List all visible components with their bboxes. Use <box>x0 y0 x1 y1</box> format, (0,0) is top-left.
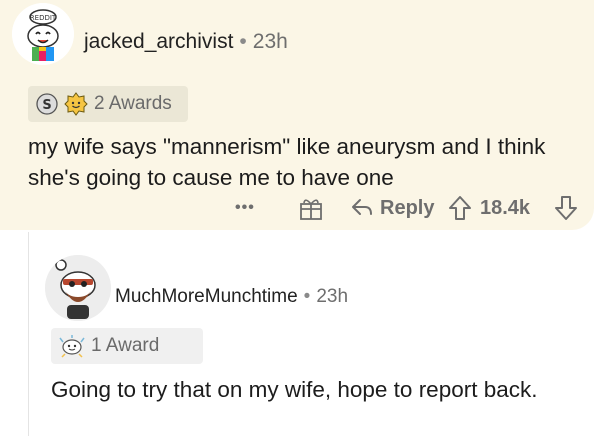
comment-reply: MuchMoreMunchtime • 23h 1 Award Going to t… <box>28 232 599 436</box>
separator-dot: • <box>239 30 247 53</box>
downvote-arrow-icon <box>554 195 578 221</box>
comment-actions: ••• Reply 18.4k <box>0 193 594 223</box>
reply-button[interactable]: Reply <box>350 193 434 223</box>
vote-score: 18.4k <box>480 193 530 223</box>
timestamp[interactable]: 23h <box>316 286 348 307</box>
awards-count: 2 Awards <box>94 93 172 114</box>
avatar[interactable] <box>45 255 111 321</box>
awards-badge[interactable]: 1 Award <box>51 328 203 364</box>
separator-dot: • <box>303 286 311 307</box>
username-link[interactable]: MuchMoreMunchtime <box>115 286 298 307</box>
silver-award-icon: S <box>36 93 58 115</box>
comment-body: my wife says "mannerism" like aneurysm a… <box>28 134 546 190</box>
gift-icon <box>298 195 324 221</box>
comment-header: jacked_archivist • 23h <box>84 30 288 54</box>
helpful-award-icon <box>64 92 88 116</box>
upvote-arrow-icon <box>448 195 472 221</box>
comment-body: Going to try that on my wife, hope to re… <box>51 377 538 402</box>
awards-badge[interactable]: S 2 Awards <box>28 86 188 122</box>
svg-text:REDDIT: REDDIT <box>30 14 57 22</box>
give-award-button[interactable] <box>298 193 324 223</box>
avatar[interactable]: REDDIT <box>12 3 74 65</box>
upvote-button[interactable] <box>448 193 472 223</box>
score-value: 18.4k <box>480 196 531 219</box>
more-options-icon: ••• <box>235 199 255 216</box>
downvote-button[interactable] <box>554 193 578 223</box>
username-link[interactable]: jacked_archivist <box>84 30 233 53</box>
awards-count: 1 Award <box>91 335 160 356</box>
comment-header: MuchMoreMunchtime • 23h <box>115 286 348 308</box>
timestamp[interactable]: 23h <box>253 30 288 53</box>
reply-label: Reply <box>380 196 435 219</box>
svg-text:S: S <box>42 98 51 113</box>
comment-highlighted: REDDIT jacked_archivist • 23h S 2 Awards… <box>0 0 594 230</box>
wholesome-award-icon <box>59 334 85 358</box>
more-options-button[interactable]: ••• <box>235 193 255 223</box>
reply-icon <box>350 197 374 219</box>
